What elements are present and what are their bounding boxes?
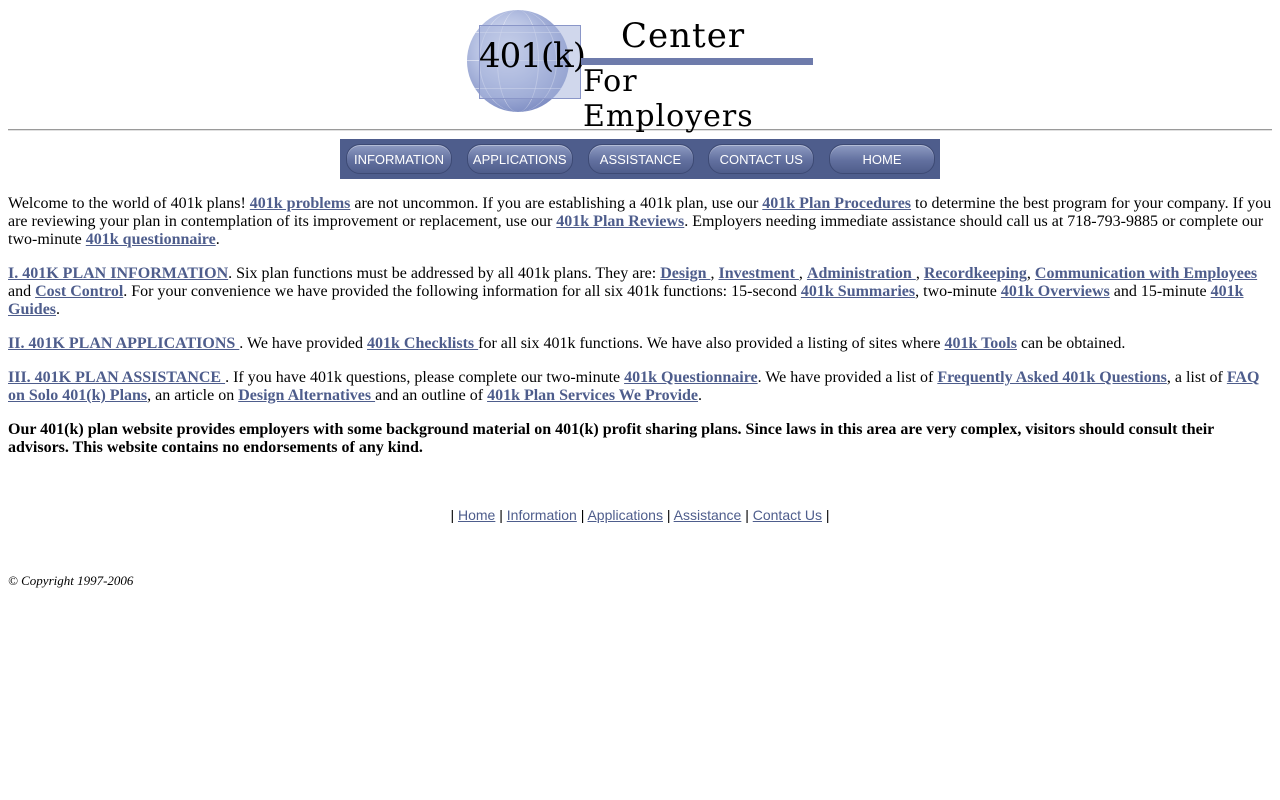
- page: 401(k) Center For Employers INFORMATION …: [0, 0, 1280, 589]
- link-plan-applications-heading[interactable]: II. 401K PLAN APPLICATIONS: [8, 335, 239, 352]
- link-plan-reviews[interactable]: 401k Plan Reviews: [556, 213, 684, 230]
- link-communication[interactable]: Communication with Employees: [1035, 265, 1257, 282]
- site-logo[interactable]: 401(k) Center For Employers: [465, 10, 815, 134]
- section-text: . If you have 401k questions, please com…: [225, 369, 625, 386]
- footer-home-link[interactable]: Home: [458, 507, 495, 523]
- header: 401(k) Center For Employers: [8, 0, 1272, 134]
- link-administration[interactable]: Administration: [807, 265, 916, 282]
- section-text: .: [56, 301, 61, 318]
- separator: |: [580, 507, 585, 523]
- copyright: © Copyright 1997-2006: [8, 573, 134, 588]
- link-investment[interactable]: Investment: [718, 265, 798, 282]
- section-text: . We have provided a list of: [757, 369, 938, 386]
- nav-contact-us-button[interactable]: CONTACT US: [708, 144, 815, 174]
- link-checklists[interactable]: 401k Checklists: [367, 335, 478, 352]
- section-text: for all six 401k functions. We have also…: [478, 335, 945, 352]
- section-text: . For your convenience we have provided …: [123, 283, 801, 300]
- section-text: , an article on: [147, 387, 239, 404]
- nav-applications-button[interactable]: APPLICATIONS: [466, 144, 573, 174]
- separator: |: [450, 507, 455, 523]
- link-plan-information-heading[interactable]: I. 401K PLAN INFORMATION: [8, 265, 228, 282]
- intro-text: .: [215, 231, 220, 248]
- section-information: I. 401K PLAN INFORMATION. Six plan funct…: [8, 265, 1272, 319]
- link-summaries[interactable]: 401k Summaries: [801, 283, 915, 300]
- section-text: , a list of: [1166, 369, 1227, 386]
- footer-information-link[interactable]: Information: [507, 507, 577, 523]
- footer-assistance-link[interactable]: Assistance: [674, 507, 742, 523]
- section-text: . We have provided: [239, 335, 368, 352]
- section-text: .: [698, 387, 703, 404]
- intro-text: are not uncommon. If you are establishin…: [350, 195, 763, 212]
- section-text: can be obtained.: [1016, 335, 1126, 352]
- section-text: . Six plan functions must be addressed b…: [228, 265, 661, 282]
- link-questionnaire-2[interactable]: 401k Questionnaire: [624, 369, 758, 386]
- separator: ,: [915, 265, 924, 282]
- link-questionnaire[interactable]: 401k questionnaire: [86, 231, 216, 248]
- logo-mark-text: 401(k): [479, 36, 586, 76]
- separator: |: [499, 507, 503, 523]
- logo-title-line1: Center: [621, 16, 746, 56]
- separator: ,: [1026, 265, 1035, 282]
- link-overviews[interactable]: 401k Overviews: [1001, 283, 1110, 300]
- link-tools[interactable]: 401k Tools: [944, 335, 1016, 352]
- section-text: and: [8, 283, 36, 300]
- link-plan-assistance-heading[interactable]: III. 401K PLAN ASSISTANCE: [8, 369, 225, 386]
- footer-applications-link[interactable]: Applications: [587, 507, 663, 523]
- link-cost-control[interactable]: Cost Control: [35, 283, 123, 300]
- disclaimer: Our 401(k) plan website provides employe…: [8, 421, 1214, 456]
- link-401k-problems[interactable]: 401k problems: [250, 195, 351, 212]
- separator: |: [666, 507, 671, 523]
- link-design[interactable]: Design: [660, 265, 710, 282]
- nav-information-button[interactable]: INFORMATION: [346, 144, 452, 174]
- footer-nav: | Home | Information | Applications | As…: [8, 507, 1272, 523]
- nav-home-button[interactable]: HOME: [829, 144, 935, 174]
- section-assistance: III. 401K PLAN ASSISTANCE . If you have …: [8, 369, 1272, 405]
- link-design-alternatives[interactable]: Design Alternatives: [238, 387, 375, 404]
- section-text: , two-minute: [915, 283, 1001, 300]
- separator: |: [745, 507, 749, 523]
- separator: |: [825, 507, 830, 523]
- logo-title-line2: For Employers: [583, 64, 754, 134]
- link-plan-procedures[interactable]: 401k Plan Procedures: [762, 195, 911, 212]
- section-text: and an outline of: [375, 387, 488, 404]
- link-faq[interactable]: Frequently Asked 401k Questions: [937, 369, 1167, 386]
- footer-contact-us-link[interactable]: Contact Us: [753, 507, 822, 523]
- main-nav: INFORMATION APPLICATIONS ASSISTANCE CONT…: [340, 139, 940, 179]
- link-recordkeeping[interactable]: Recordkeeping: [924, 265, 1027, 282]
- link-plan-services[interactable]: 401k Plan Services We Provide: [487, 387, 698, 404]
- intro-text: Welcome to the world of 401k plans!: [8, 195, 250, 212]
- nav-assistance-button[interactable]: ASSISTANCE: [587, 144, 694, 174]
- main-content: Welcome to the world of 401k plans! 401k…: [8, 195, 1272, 457]
- section-applications: II. 401K PLAN APPLICATIONS . We have pro…: [8, 335, 1272, 353]
- intro-paragraph: Welcome to the world of 401k plans! 401k…: [8, 195, 1272, 249]
- section-text: and 15-minute: [1109, 283, 1211, 300]
- separator: ,: [798, 265, 807, 282]
